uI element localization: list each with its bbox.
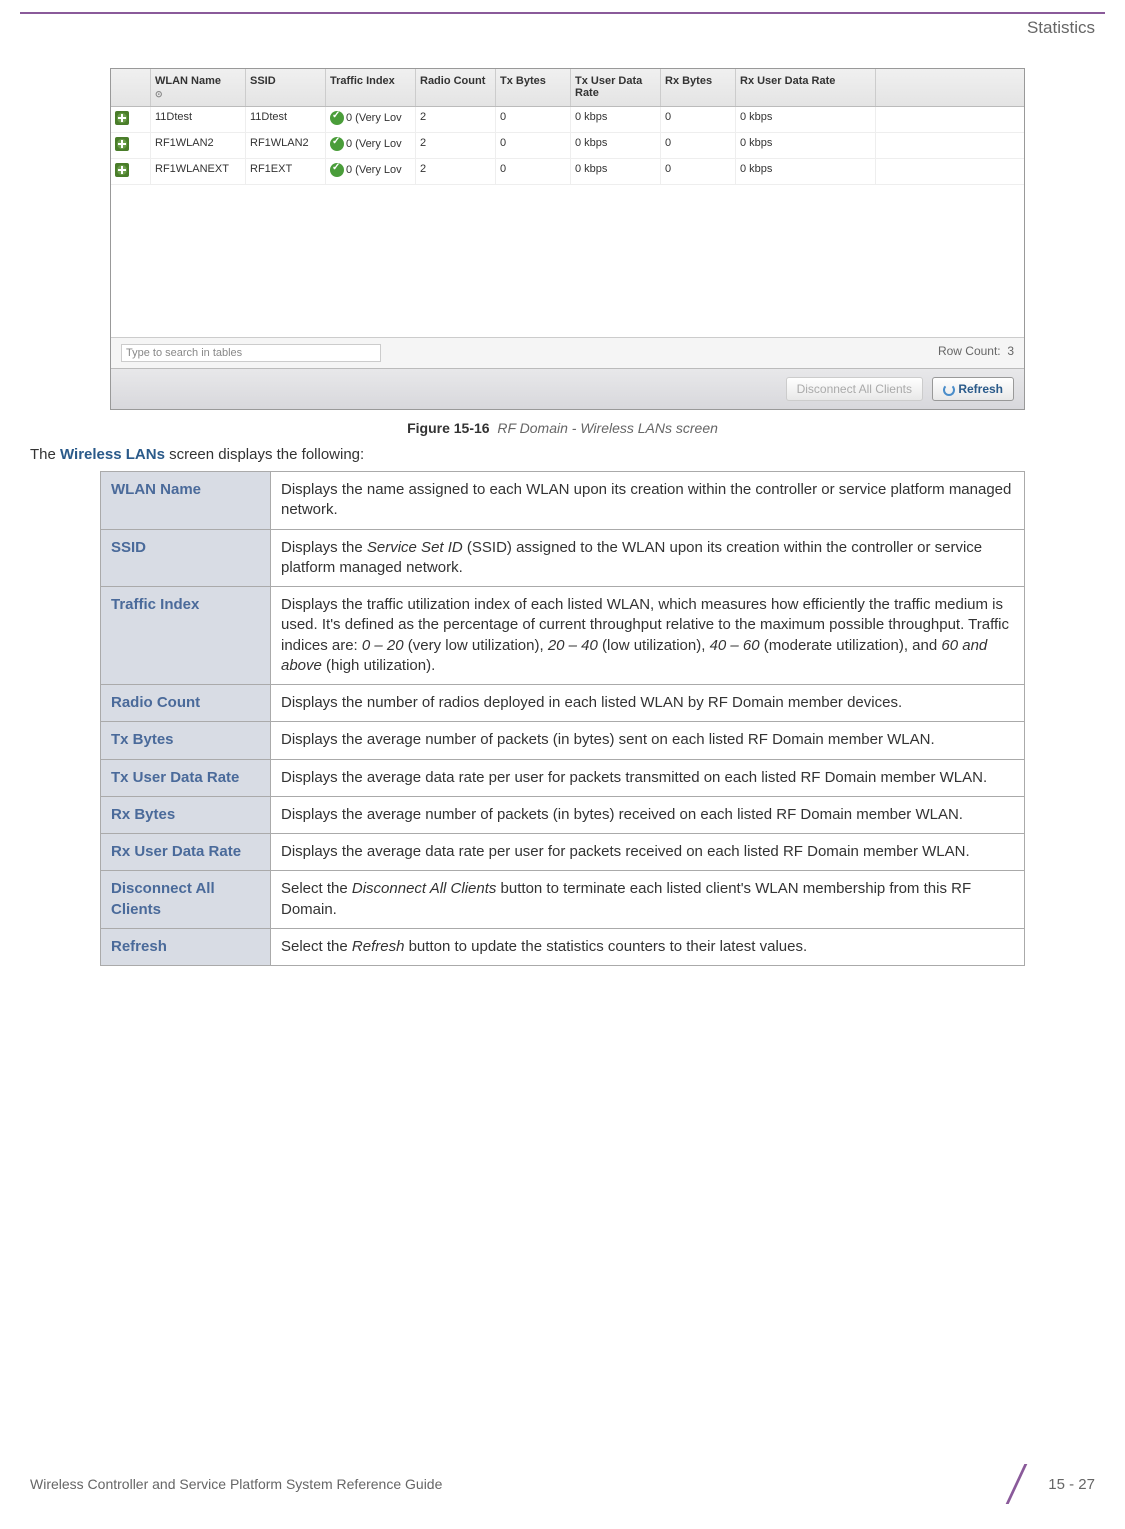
disconnect-all-clients-button[interactable]: Disconnect All Clients — [786, 377, 923, 401]
definition-desc: Select the Disconnect All Clients button… — [271, 871, 1025, 929]
search-input[interactable] — [121, 344, 381, 362]
col-radio-count[interactable]: Radio Count — [416, 69, 496, 106]
definition-desc: Displays the average number of packets (… — [271, 796, 1025, 833]
definition-term: Radio Count — [101, 685, 271, 722]
table-row[interactable]: RF1WLANEXT RF1EXT 0 (Very Lov 2 0 0 kbps… — [111, 159, 1024, 185]
expand-icon[interactable] — [115, 137, 129, 151]
footer-guide-title: Wireless Controller and Service Platform… — [30, 1476, 442, 1492]
expand-icon[interactable] — [115, 163, 129, 177]
status-ok-icon — [330, 111, 344, 125]
grid-header-row: WLAN Name⊙ SSID Traffic Index Radio Coun… — [111, 69, 1024, 107]
section-header: Statistics — [0, 18, 1125, 38]
definition-desc: Select the Refresh button to update the … — [271, 928, 1025, 965]
definition-row: Tx User Data RateDisplays the average da… — [101, 759, 1025, 796]
status-ok-icon — [330, 137, 344, 151]
grid-footer: Row Count: 3 — [111, 337, 1024, 368]
definition-row: Disconnect All ClientsSelect the Disconn… — [101, 871, 1025, 929]
definition-term: WLAN Name — [101, 472, 271, 530]
intro-text: The Wireless LANs screen displays the fo… — [30, 446, 1095, 463]
definitions-table: WLAN NameDisplays the name assigned to e… — [100, 471, 1025, 966]
col-wlan-name[interactable]: WLAN Name⊙ — [151, 69, 246, 106]
definition-term: Disconnect All Clients — [101, 871, 271, 929]
refresh-button[interactable]: Refresh — [932, 377, 1014, 401]
definition-desc: Displays the number of radios deployed i… — [271, 685, 1025, 722]
button-bar: Disconnect All Clients Refresh — [111, 368, 1024, 409]
definition-row: Rx User Data RateDisplays the average da… — [101, 834, 1025, 871]
definition-desc: Displays the average data rate per user … — [271, 834, 1025, 871]
definition-term: Tx Bytes — [101, 722, 271, 759]
status-ok-icon — [330, 163, 344, 177]
definition-row: Radio CountDisplays the number of radios… — [101, 685, 1025, 722]
definition-desc: Displays the average data rate per user … — [271, 759, 1025, 796]
definition-row: Tx BytesDisplays the average number of p… — [101, 722, 1025, 759]
page-number: 15 - 27 — [1048, 1476, 1095, 1493]
col-tx-user-data-rate[interactable]: Tx User Data Rate — [571, 69, 661, 106]
page-footer: Wireless Controller and Service Platform… — [0, 1464, 1125, 1504]
definition-term: Rx Bytes — [101, 796, 271, 833]
sort-indicator-icon: ⊙ — [155, 89, 163, 100]
grid-body: 11Dtest 11Dtest 0 (Very Lov 2 0 0 kbps 0… — [111, 107, 1024, 337]
row-count-value: 3 — [1007, 344, 1014, 358]
col-tx-bytes[interactable]: Tx Bytes — [496, 69, 571, 106]
refresh-icon — [943, 384, 955, 396]
definition-term: Tx User Data Rate — [101, 759, 271, 796]
expand-icon[interactable] — [115, 111, 129, 125]
definition-desc: Displays the Service Set ID (SSID) assig… — [271, 529, 1025, 587]
definition-desc: Displays the traffic utilization index o… — [271, 587, 1025, 685]
definition-desc: Displays the name assigned to each WLAN … — [271, 472, 1025, 530]
row-count-label: Row Count: — [938, 344, 1001, 358]
col-rx-bytes[interactable]: Rx Bytes — [661, 69, 736, 106]
table-row[interactable]: 11Dtest 11Dtest 0 (Very Lov 2 0 0 kbps 0… — [111, 107, 1024, 133]
definition-term: Rx User Data Rate — [101, 834, 271, 871]
col-traffic-index[interactable]: Traffic Index — [326, 69, 416, 106]
definition-row: Rx BytesDisplays the average number of p… — [101, 796, 1025, 833]
definition-term: Refresh — [101, 928, 271, 965]
definition-term: SSID — [101, 529, 271, 587]
definition-desc: Displays the average number of packets (… — [271, 722, 1025, 759]
footer-divider-icon — [990, 1464, 1040, 1504]
col-ssid[interactable]: SSID — [246, 69, 326, 106]
table-row[interactable]: RF1WLAN2 RF1WLAN2 0 (Very Lov 2 0 0 kbps… — [111, 133, 1024, 159]
definition-row: SSIDDisplays the Service Set ID (SSID) a… — [101, 529, 1025, 587]
definition-term: Traffic Index — [101, 587, 271, 685]
definition-row: RefreshSelect the Refresh button to upda… — [101, 928, 1025, 965]
definition-row: Traffic IndexDisplays the traffic utiliz… — [101, 587, 1025, 685]
definition-row: WLAN NameDisplays the name assigned to e… — [101, 472, 1025, 530]
screenshot-panel: WLAN Name⊙ SSID Traffic Index Radio Coun… — [110, 68, 1025, 410]
figure-caption: Figure 15-16 RF Domain - Wireless LANs s… — [0, 420, 1125, 436]
col-rx-user-data-rate[interactable]: Rx User Data Rate — [736, 69, 876, 106]
